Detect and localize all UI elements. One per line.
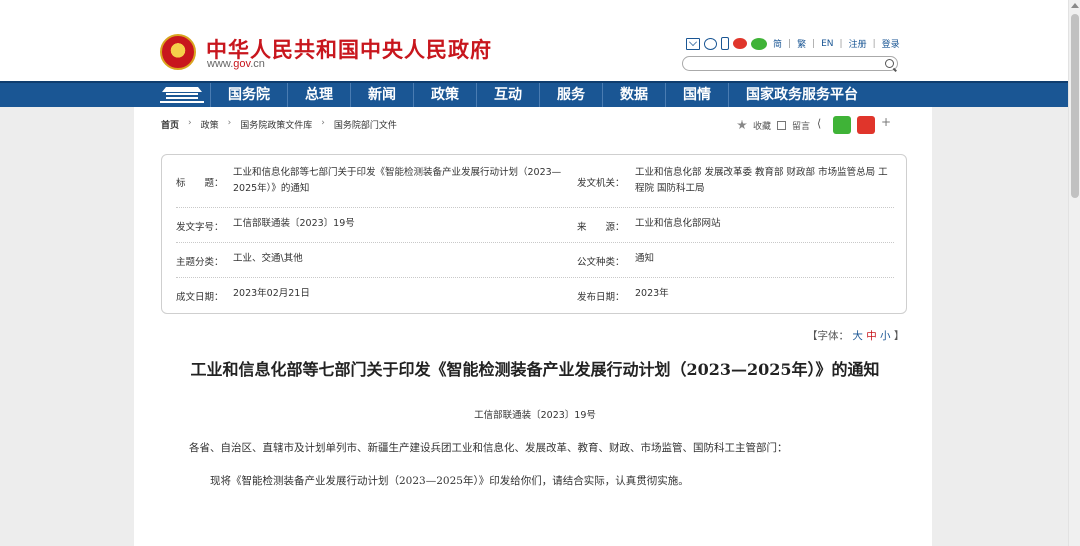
nav-item-data[interactable]: 数据	[602, 83, 665, 107]
font-size-medium[interactable]: 中	[866, 330, 877, 342]
nav-item-service-platform[interactable]: 国家政务服务平台	[728, 83, 875, 107]
meta-source-value: 工业和信息化部网站	[635, 218, 721, 229]
article-doc-number: 工信部联通装〔2023〕19号	[474, 410, 596, 421]
link-login[interactable]: 登录	[880, 37, 902, 50]
link-simplified[interactable]: 简	[771, 37, 784, 50]
search-icon[interactable]	[885, 59, 894, 68]
nav-item-state-council[interactable]: 国务院	[210, 83, 287, 107]
header-tools: 简 | 繁 | EN | 注册 | 登录	[686, 37, 902, 50]
main-nav: 国务院 总理 新闻 政策 互动 服务 数据 国情 国家政务服务平台	[0, 81, 1068, 107]
chevron-right-icon: ›	[321, 118, 325, 128]
nav-item-premier[interactable]: 总理	[287, 83, 350, 107]
national-emblem-icon	[160, 34, 196, 70]
meta-type-label: 公文种类：	[577, 257, 625, 268]
comment-icon[interactable]	[777, 120, 787, 130]
breadcrumb-home[interactable]: 首页	[161, 118, 179, 131]
search-input[interactable]	[682, 56, 898, 71]
tiananmen-icon[interactable]	[160, 83, 204, 107]
nav-item-interaction[interactable]: 互动	[476, 83, 539, 107]
meta-row: 标 题： 工业和信息化部等七部门关于印发《智能检测装备产业发展行动计划（2023…	[176, 163, 894, 208]
star-icon[interactable]	[737, 120, 747, 130]
article-paragraph: 现将《智能检测装备产业发展行动计划（2023—2025年）》印发给你们，请结合实…	[210, 475, 689, 487]
nav-item-national-info[interactable]: 国情	[665, 83, 728, 107]
link-traditional[interactable]: 繁	[795, 37, 808, 50]
link-register[interactable]: 注册	[847, 37, 869, 50]
font-size-switcher: 【字体： 大 中 小 】	[807, 330, 905, 342]
meta-source-label: 来 源：	[577, 222, 625, 233]
scroll-up-arrow-icon[interactable]	[1071, 3, 1079, 8]
wechat-icon[interactable]	[751, 37, 767, 50]
breadcrumb-dept-docs[interactable]: 国务院部门文件	[334, 118, 397, 131]
meta-type-value: 通知	[635, 253, 655, 264]
meta-written-label: 成文日期：	[176, 292, 224, 303]
meta-topic-value: 工业、交通\其他	[233, 253, 303, 264]
breadcrumb-library[interactable]: 国务院政策文件库	[240, 118, 312, 131]
weibo-share-icon[interactable]	[857, 116, 876, 134]
share-icon[interactable]	[816, 117, 827, 131]
meta-row: 成文日期： 2023年02月21日 发布日期： 2023年	[176, 278, 894, 313]
meta-docno-value: 工信部联通装〔2023〕19号	[233, 218, 355, 229]
message-icon[interactable]	[704, 37, 717, 50]
font-size-large[interactable]: 大	[852, 330, 863, 342]
breadcrumb-policy[interactable]: 政策	[201, 118, 219, 131]
chevron-right-icon: ›	[188, 118, 192, 128]
nav-item-policy[interactable]: 政策	[413, 83, 476, 107]
meta-issuer-label: 发文机关：	[577, 178, 625, 189]
meta-written-value: 2023年02月21日	[233, 288, 310, 299]
meta-published-value: 2023年	[635, 288, 669, 299]
wechat-share-icon[interactable]	[833, 116, 852, 134]
article-paragraph: 各省、自治区、直辖市及计划单列市、新疆生产建设兵团工业和信息化、发展改革、教育、…	[189, 442, 788, 454]
scrollbar-thumb[interactable]	[1071, 14, 1079, 198]
link-english[interactable]: EN	[819, 39, 835, 49]
weibo-icon[interactable]	[733, 38, 747, 49]
meta-docno-label: 发文字号：	[176, 222, 224, 233]
vertical-scrollbar[interactable]	[1068, 0, 1080, 546]
font-size-small[interactable]: 小	[880, 330, 891, 342]
meta-issuer-value: 工业和信息化部 发展改革委 教育部 财政部 市场监管总局 工程院 国防科工局	[635, 167, 888, 194]
meta-row: 发文字号： 工信部联通装〔2023〕19号 来 源： 工业和信息化部网站	[176, 208, 894, 243]
nav-item-news[interactable]: 新闻	[350, 83, 413, 107]
meta-row: 主题分类： 工业、交通\其他 公文种类： 通知	[176, 243, 894, 278]
site-url[interactable]: www.gov.cn	[207, 58, 265, 70]
collect-button[interactable]: 收藏	[753, 119, 771, 132]
breadcrumb: 首页 › 政策 › 国务院政策文件库 › 国务院部门文件	[161, 118, 397, 131]
comment-button[interactable]: 留言	[792, 119, 810, 132]
nav-item-services[interactable]: 服务	[539, 83, 602, 107]
article-title: 工业和信息化部等七部门关于印发《智能检测装备产业发展行动计划（2023—2025…	[190, 360, 880, 379]
meta-topic-label: 主题分类：	[176, 257, 224, 268]
meta-published-label: 发布日期：	[577, 292, 625, 303]
mobile-icon[interactable]	[721, 37, 729, 50]
meta-title-label: 标 题：	[176, 178, 224, 189]
meta-title-value: 工业和信息化部等七部门关于印发《智能检测装备产业发展行动计划（2023—2025…	[233, 167, 562, 194]
mail-icon[interactable]	[686, 37, 700, 50]
more-share-icon[interactable]: +	[881, 115, 891, 129]
share-bar: 收藏 留言 +	[737, 115, 891, 134]
document-metadata-table: 标 题： 工业和信息化部等七部门关于印发《智能检测装备产业发展行动计划（2023…	[161, 154, 907, 314]
site-header: 中华人民共和国中央人民政府 www.gov.cn 简 | 繁 | EN | 注册…	[0, 0, 1068, 81]
chevron-right-icon: ›	[227, 118, 232, 128]
